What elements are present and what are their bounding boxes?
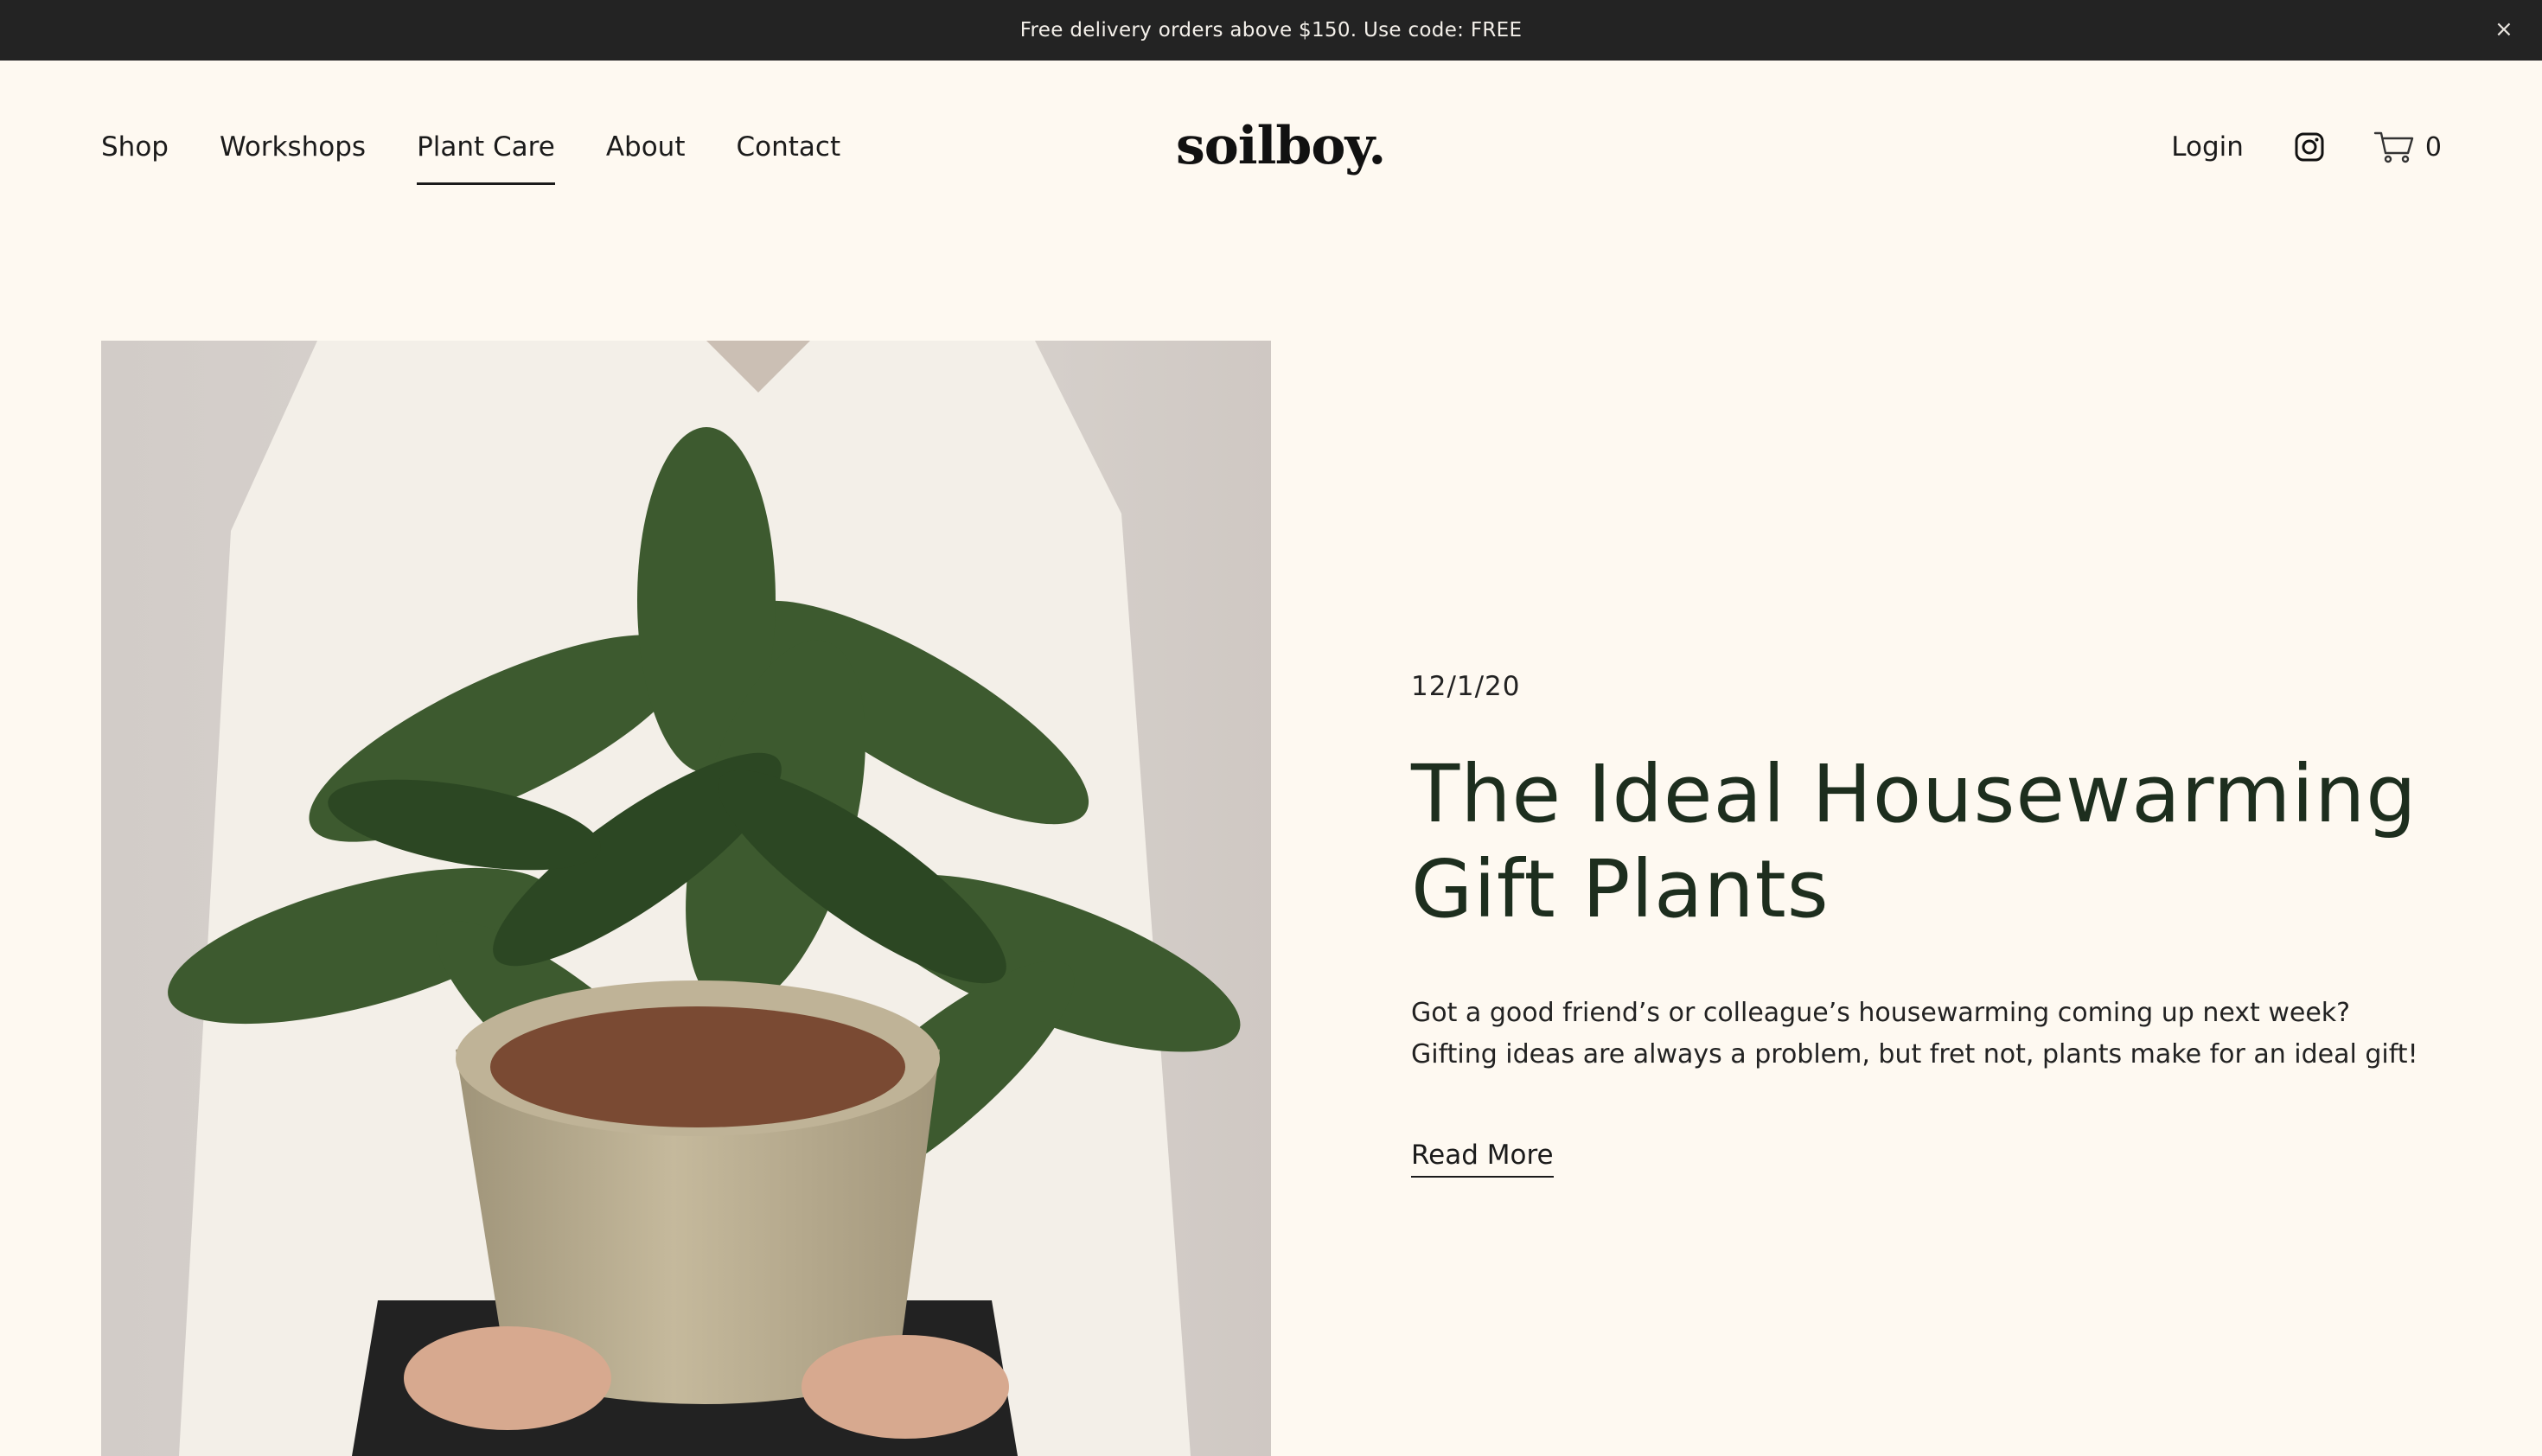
nav-item-shop[interactable]: Shop bbox=[101, 131, 169, 175]
login-link[interactable]: Login bbox=[2171, 131, 2244, 163]
article-date: 12/1/20 bbox=[1411, 671, 1521, 702]
article-title[interactable]: The Ideal Housewarming Gift Plants bbox=[1411, 747, 2431, 937]
site-header: Shop Workshops Plant Care About Contact … bbox=[0, 61, 2542, 233]
read-more-link[interactable]: Read More bbox=[1411, 1140, 1554, 1178]
cart-icon bbox=[2373, 131, 2414, 163]
cart-count: 0 bbox=[2424, 131, 2442, 163]
article-teaser: 12/1/20 The Ideal Housewarming Gift Plan… bbox=[1411, 671, 2449, 1178]
nav-item-contact[interactable]: Contact bbox=[736, 131, 840, 175]
nav-item-plant-care[interactable]: Plant Care bbox=[417, 131, 555, 185]
article-image[interactable] bbox=[101, 341, 1271, 1456]
nav-item-workshops[interactable]: Workshops bbox=[220, 131, 366, 175]
site-logo[interactable]: soilboy. bbox=[1176, 116, 1386, 176]
announcement-text: Free delivery orders above $150. Use cod… bbox=[1019, 19, 1523, 42]
announcement-bar: Free delivery orders above $150. Use cod… bbox=[0, 0, 2542, 61]
header-actions: Login 0 bbox=[2171, 130, 2442, 164]
cart-button[interactable]: 0 bbox=[2373, 130, 2442, 164]
close-icon[interactable]: × bbox=[2487, 12, 2521, 47]
instagram-icon[interactable] bbox=[2294, 131, 2325, 163]
nav-item-about[interactable]: About bbox=[606, 131, 686, 175]
main-nav: Shop Workshops Plant Care About Contact bbox=[101, 131, 840, 185]
plant-illustration bbox=[101, 341, 1271, 1456]
article-excerpt: Got a good friend’s or colleague’s house… bbox=[1411, 998, 2418, 1070]
